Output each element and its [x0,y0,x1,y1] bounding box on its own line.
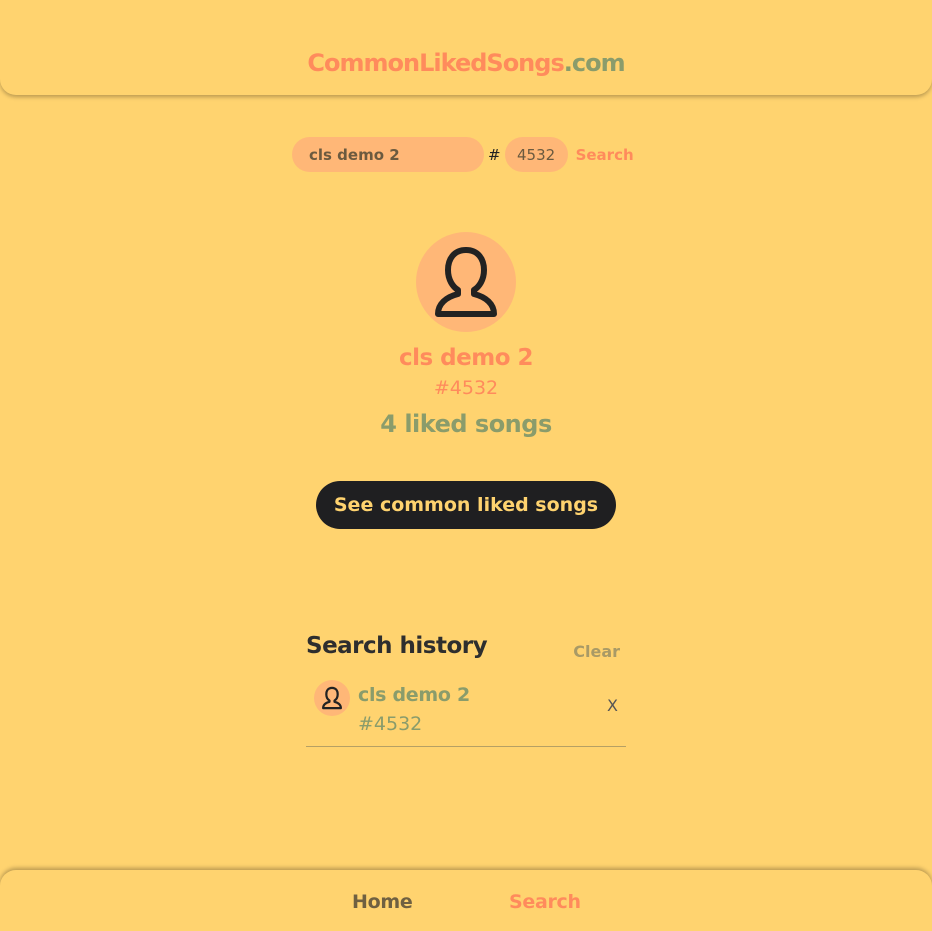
search-history-title: Search history [306,633,488,659]
hash-separator: # [488,145,501,164]
history-list-item[interactable]: cls demo 2 #4532 X [306,676,626,747]
remove-history-item-button[interactable]: X [607,696,618,715]
bottom-nav: Home Search [0,870,932,931]
nav-search-link[interactable]: Search [509,891,581,913]
search-button[interactable]: Search [576,146,634,164]
clear-history-button[interactable]: Clear [573,642,620,661]
app-header: CommonLikedSongs.com [0,0,932,95]
history-avatar [314,680,350,716]
history-item-name: cls demo 2 [358,684,470,706]
profile-name: cls demo 2 [398,345,534,371]
nav-home-link[interactable]: Home [352,891,413,913]
see-common-liked-songs-button[interactable]: See common liked songs [316,481,616,529]
liked-songs-count: 4 liked songs [380,410,552,438]
username-input[interactable] [292,137,484,172]
user-icon [435,247,497,317]
user-search-form: # Search [292,137,634,172]
user-icon [322,686,342,710]
history-item-tag: #4532 [358,713,423,735]
logo-main-text: CommonLikedSongs [307,49,564,77]
profile-avatar [416,232,516,332]
site-logo[interactable]: CommonLikedSongs.com [0,48,932,78]
logo-tld-text: .com [563,49,626,77]
tag-input[interactable] [504,137,568,172]
profile-tag: #4532 [433,377,499,399]
